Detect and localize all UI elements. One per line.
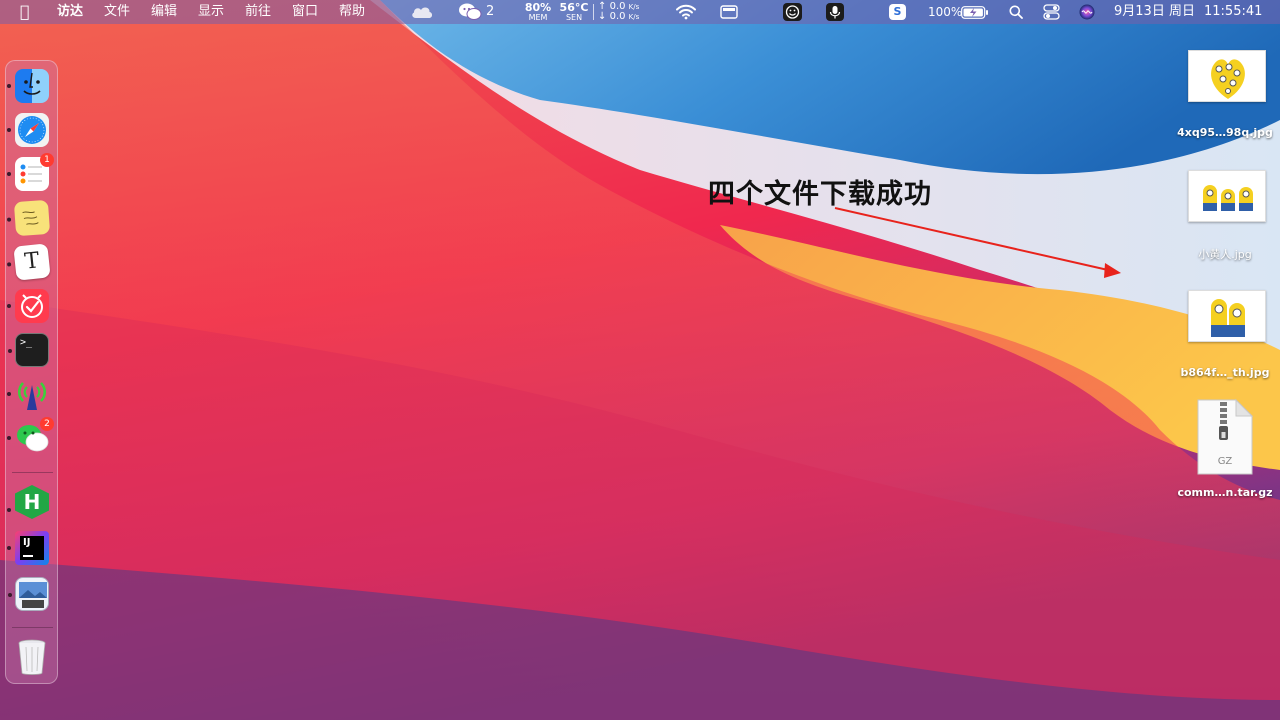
intellij-underline [23,555,33,557]
net-up-unit: K/s [628,3,640,11]
intellij-idea-icon: IJ [20,536,44,560]
hbuilder-icon: H [23,490,41,514]
running-indicator [7,304,11,308]
cpu-temp: 56°C [559,1,589,14]
network-radar-icon [17,382,47,410]
terminal-icon: >_ [20,337,33,348]
memory-label: MEM [528,13,548,22]
net-down-arrow-icon: ↓ [598,11,607,22]
menu-view[interactable]: 显示 [198,0,224,24]
sogou-label: S [893,5,902,18]
intellij-glyph: IJ [23,537,31,548]
minions-pair-thumbnail-icon [1211,299,1245,337]
display-icon[interactable] [720,5,738,19]
dock-item-safari[interactable] [7,113,49,147]
dock-item-trash[interactable] [15,637,49,675]
running-indicator [7,436,11,440]
dock-separator [12,627,53,628]
annotation-text: 四个文件下载成功 [708,179,932,210]
typora-icon: T [23,248,41,275]
running-indicator [7,508,11,512]
running-indicator [7,392,11,396]
battery-charging-icon[interactable] [961,6,989,19]
cpu-temp-label: SEN [565,13,583,22]
net-down-unit: K/s [628,13,640,21]
dock: 1 T >_ 2 H IJ [5,60,58,684]
running-indicator [7,172,11,176]
file-name: comm…n.tar.gz [1177,486,1273,499]
wifi-icon[interactable] [676,4,696,20]
wechat-unread-count: 2 [486,4,495,19]
dock-item-terminal[interactable]: >_ [8,333,49,367]
dock-item-finder[interactable] [7,69,49,103]
desktop-file[interactable]: b864f…_th.jpg [1170,288,1280,388]
menu-file[interactable]: 文件 [104,0,130,24]
running-indicator [6,262,12,267]
dock-item-preview[interactable] [8,577,49,611]
finder-icon [23,72,41,95]
control-center-icon[interactable] [1043,4,1060,20]
reminders-badge: 1 [40,153,54,167]
menubar-date[interactable]: 9月13日 周日 [1114,0,1195,24]
dock-item-stickies[interactable] [6,199,51,237]
wechat-tray-icon[interactable] [458,3,482,21]
file-name: 小黄人.jpg [1198,248,1252,261]
memory-widget[interactable]: 80% MEM [524,2,552,22]
sogou-input-icon[interactable]: S [889,4,906,20]
network-speed-widget[interactable]: ↑ 0.0 K/s ↓ 0.0 K/s [598,2,644,22]
menu-edit[interactable]: 编辑 [151,0,177,24]
microphone-icon[interactable] [826,3,844,21]
minions-heart-thumbnail-icon [1211,59,1245,99]
clock-app-icon [21,294,43,318]
trash-icon [18,639,46,675]
menu-bar:  访达 文件 编辑 显示 前往 窗口 帮助 2 80% MEM 56°C SE… [0,0,1280,24]
dock-item-network-radar[interactable] [7,377,49,411]
running-indicator [8,349,12,353]
apple-menu-icon[interactable]:  [20,0,30,24]
cpu-temp-widget[interactable]: 56°C SEN [559,2,589,22]
wechat-badge: 2 [40,417,54,431]
running-indicator [7,546,11,550]
running-indicator [7,84,11,88]
image-thumbnail [1188,50,1266,102]
file-type-badge: GZ [1217,456,1233,467]
menubar-clock[interactable]: 11:55:41 [1204,0,1262,24]
icloud-icon[interactable] [410,4,434,20]
preview-icon [19,582,47,608]
menu-go[interactable]: 前往 [245,0,271,24]
dock-item-intellij[interactable]: IJ [7,531,49,565]
desktop-file[interactable]: 4xq95…98q.jpg [1170,48,1280,148]
dock-item-clock[interactable] [7,289,49,323]
desktop-file[interactable]: 小黄人.jpg [1170,168,1280,268]
image-thumbnail [1188,290,1266,342]
minions-trio-thumbnail-icon [1203,185,1253,211]
safari-icon [18,116,46,144]
menu-window[interactable]: 窗口 [292,0,318,24]
dock-item-hbuilder[interactable]: H [15,485,49,519]
dock-item-reminders[interactable]: 1 [7,153,54,191]
dock-item-wechat[interactable]: 2 [7,417,54,455]
siri-icon[interactable] [1079,4,1095,20]
dock-item-typora[interactable]: T [6,243,51,281]
battery-percent[interactable]: 100% [928,0,962,24]
smiley-tray-icon[interactable] [783,3,802,21]
memory-percent: 80% [524,1,552,14]
menubar-separator [593,4,594,20]
search-icon[interactable] [1009,5,1023,19]
dock-separator [12,472,53,473]
desktop-file[interactable]: GZ comm…n.tar.gz [1170,396,1280,506]
image-thumbnail [1188,170,1266,222]
running-indicator [6,217,12,222]
menu-help[interactable]: 帮助 [339,0,365,24]
running-indicator [7,128,11,132]
file-name: b864f…_th.jpg [1180,366,1270,379]
stickies-icon [22,211,39,225]
net-down-value: 0.0 [609,11,626,22]
running-indicator [8,593,12,597]
file-name: 4xq95…98q.jpg [1177,126,1273,139]
desktop-wallpaper [0,0,1280,720]
menu-app-name[interactable]: 访达 [57,0,83,24]
